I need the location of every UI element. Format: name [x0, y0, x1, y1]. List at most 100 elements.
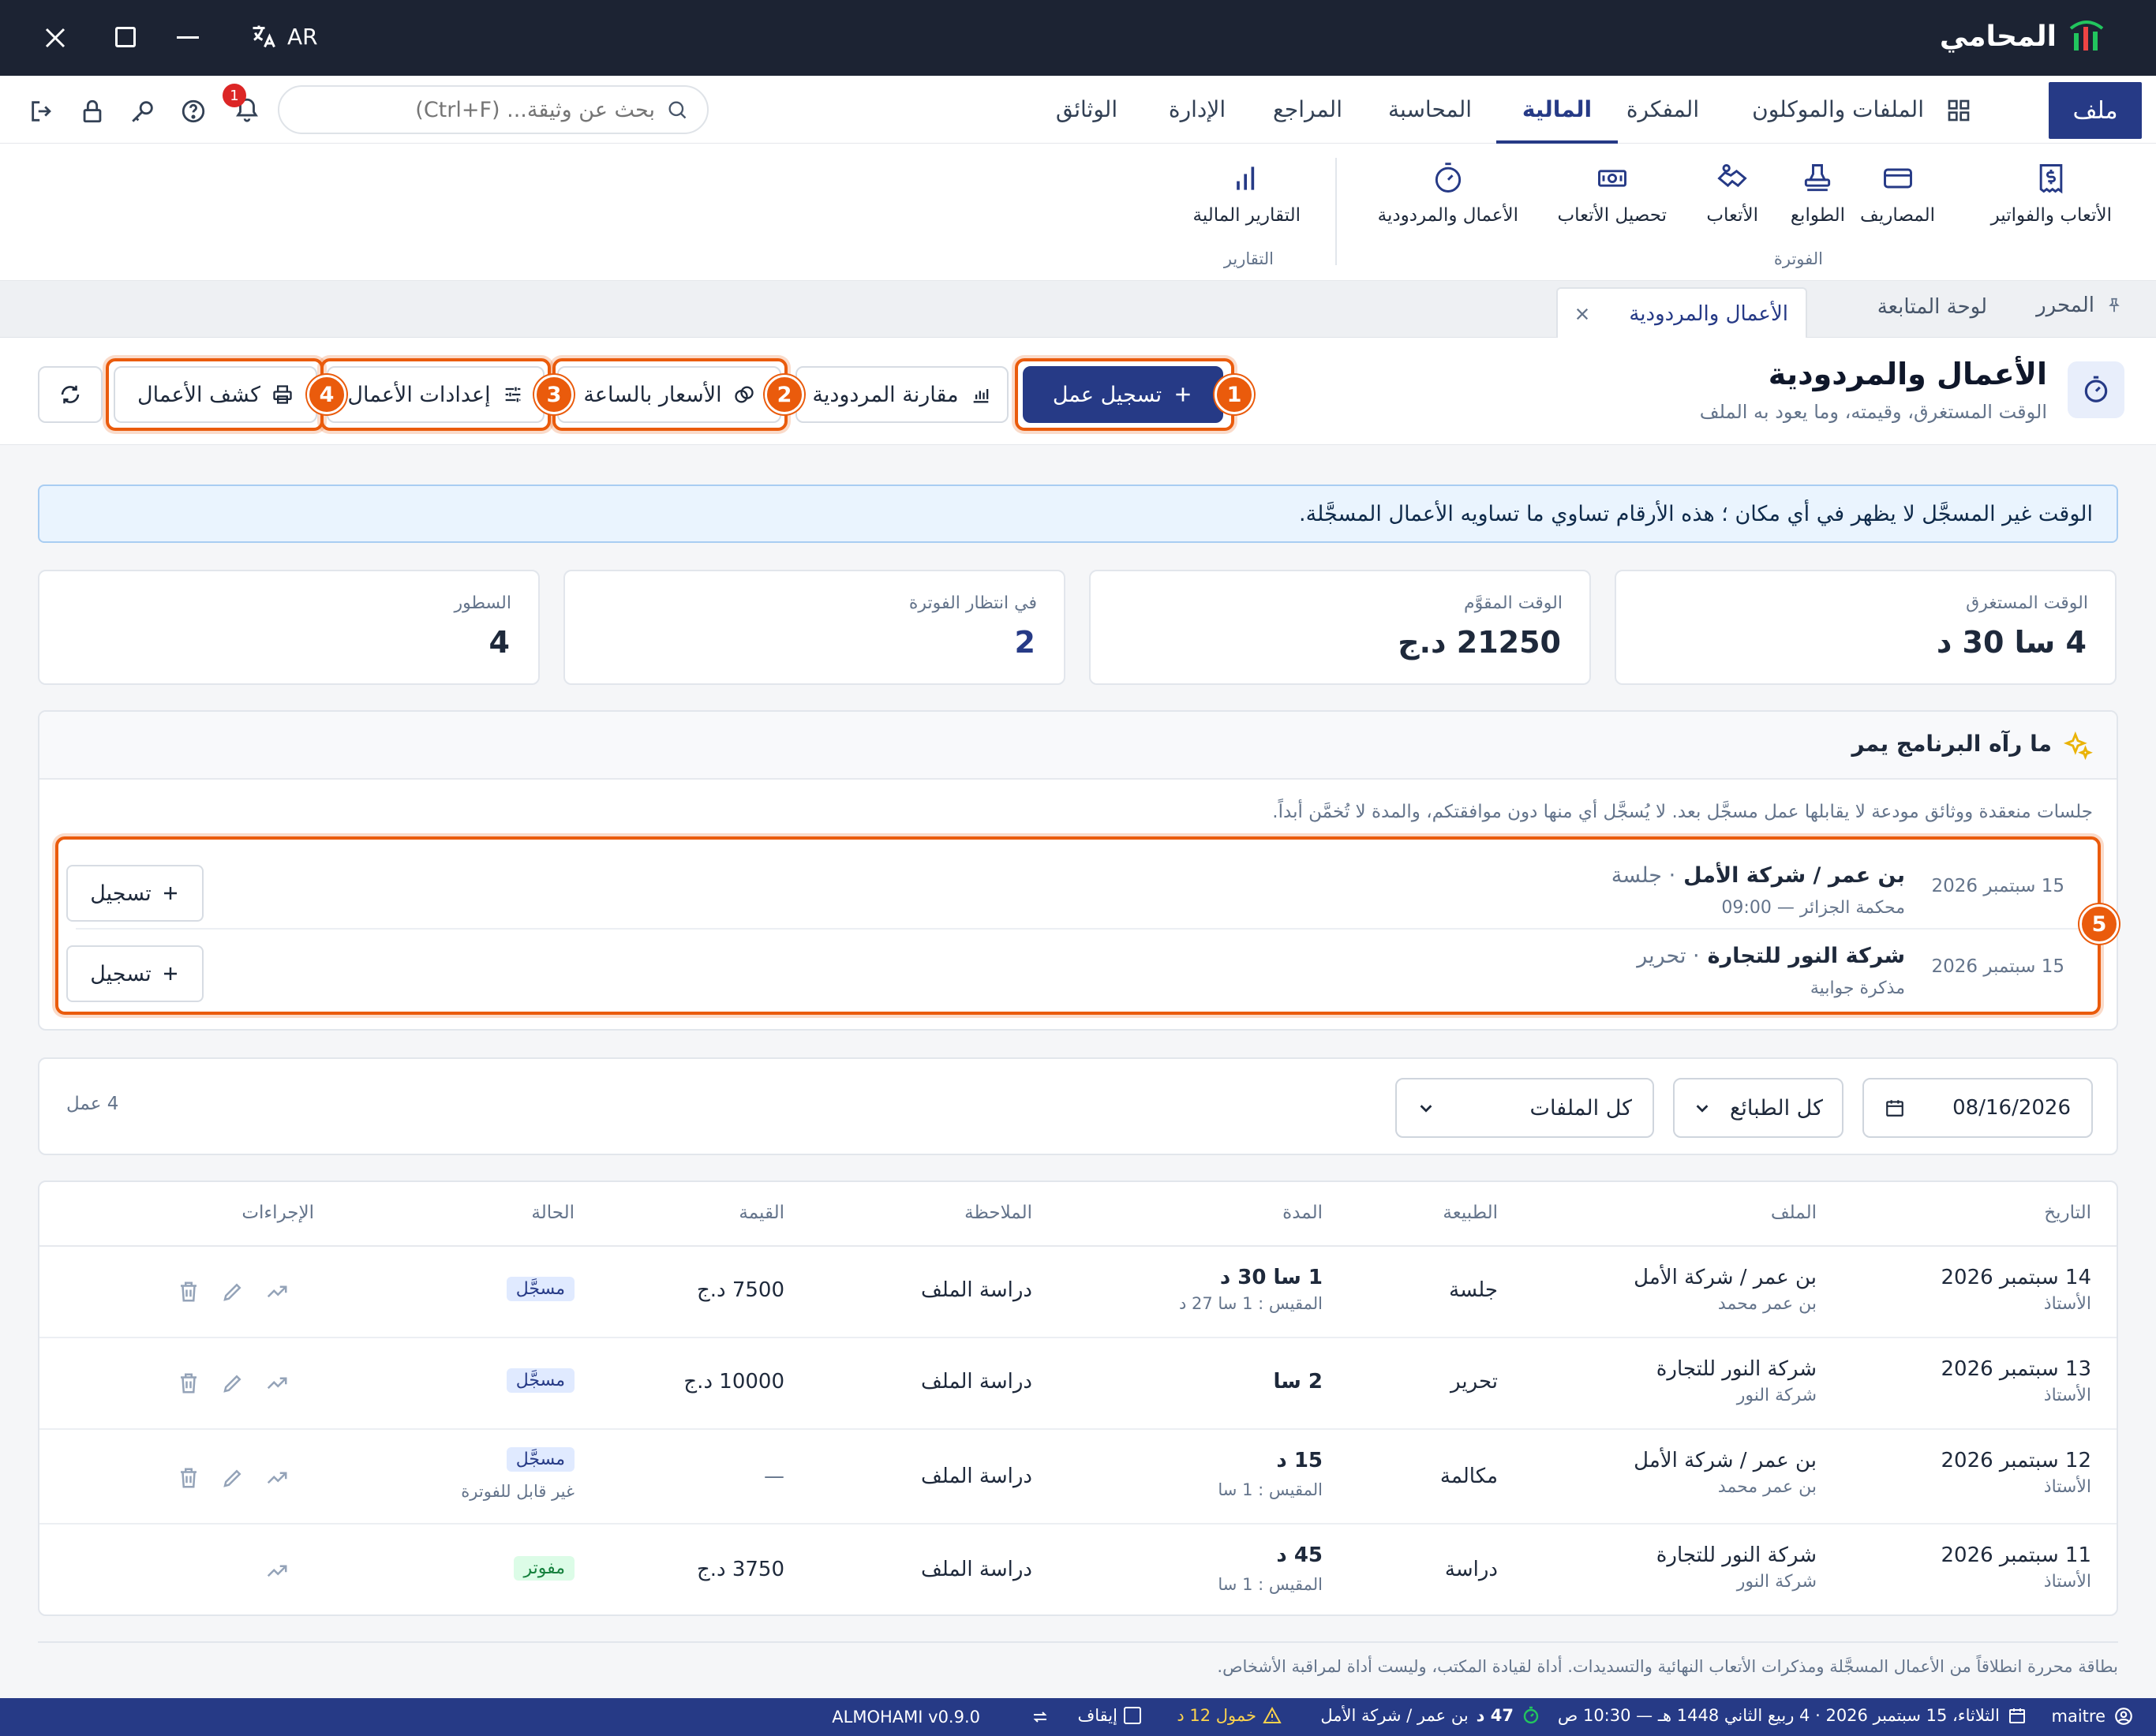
- close-tab-icon[interactable]: [1575, 307, 1589, 321]
- menu-item-finance[interactable]: المالية: [1496, 76, 1618, 144]
- row-duration: 1 سا 30 د: [1219, 1266, 1323, 1289]
- tab-works-profitability[interactable]: الأعمال والمردودية: [1556, 287, 1807, 339]
- help-icon[interactable]: [180, 98, 207, 125]
- row-author: الأستاذ: [2043, 1294, 2091, 1314]
- stat-card-lines: السطور 4: [38, 570, 540, 685]
- annotation-marker: 4: [307, 375, 346, 414]
- menu-item-files[interactable]: الملفات والموكلون: [1735, 76, 1949, 144]
- page-title: الأعمال والمردودية: [1768, 357, 2047, 391]
- notifications-button[interactable]: 1: [223, 84, 260, 123]
- files-filter[interactable]: كل الملفات: [1395, 1078, 1654, 1138]
- key-icon[interactable]: [129, 98, 156, 125]
- menu-item-accounting[interactable]: المحاسبة: [1367, 76, 1493, 144]
- sync-icon[interactable]: [1031, 1708, 1050, 1727]
- lock-icon[interactable]: [79, 98, 106, 125]
- stopwatch-icon: [2084, 376, 2108, 402]
- row-author: الأستاذ: [2043, 1386, 2091, 1405]
- status-date: الثلاثاء، 15 سبتمبر 2026 · 4 ربيع الثاني…: [1558, 1706, 2027, 1725]
- sparkles-icon: [2063, 731, 2093, 761]
- ribbon-expenses[interactable]: المصاريف: [1860, 161, 1935, 226]
- column-header: الطبيعة: [1443, 1203, 1498, 1223]
- apps-grid-icon[interactable]: [1946, 98, 1971, 123]
- logout-icon[interactable]: [28, 98, 55, 125]
- status-badge: مفوتر: [514, 1556, 575, 1581]
- idle-text: خمول 12 د: [1177, 1706, 1256, 1725]
- compare-profitability-button[interactable]: مقارنة المردودية: [795, 366, 1009, 423]
- chevron-down-icon: [1696, 1105, 1709, 1113]
- table-row[interactable]: 13 سبتمبر 2026 الأستاذ شركة النور للتجار…: [39, 1338, 2117, 1430]
- status-badge: مسجَّل: [506, 1368, 575, 1393]
- ribbon-fees-invoices[interactable]: الأتعاب والفواتير: [1991, 161, 2112, 226]
- maximize-button[interactable]: [115, 27, 136, 47]
- pin-icon: [2109, 297, 2120, 312]
- row-measured: المقيس : 1 سا: [1218, 1575, 1323, 1594]
- document-search[interactable]: [278, 85, 709, 134]
- annotation-marker: 2: [765, 375, 804, 414]
- ribbon-financial-reports[interactable]: التقارير المالية: [1193, 161, 1301, 226]
- date-filter[interactable]: 08/16/2026: [1862, 1078, 2093, 1138]
- menu-item-documents[interactable]: الوثائق: [1035, 76, 1138, 144]
- row-date: 11 سبتمبر 2026: [1941, 1543, 2092, 1567]
- annotation-marker: 3: [534, 375, 574, 414]
- row-value: 7500 د.ج: [696, 1278, 784, 1302]
- ribbon-group-label: التقارير: [1223, 249, 1274, 268]
- close-window-button[interactable]: [44, 27, 66, 49]
- tab-dashboard[interactable]: لوحة المتابعة: [1877, 295, 1987, 319]
- row-date: 12 سبتمبر 2026: [1941, 1449, 2092, 1472]
- status-badge: مسجَّل: [506, 1447, 575, 1472]
- ribbon-stamps[interactable]: الطوابع: [1791, 161, 1845, 226]
- search-input[interactable]: [308, 97, 655, 122]
- menu-item-calendar[interactable]: المفكرة: [1604, 76, 1722, 144]
- nature-filter[interactable]: كل الطبائع: [1673, 1078, 1843, 1138]
- menu-item-references[interactable]: المراجع: [1248, 76, 1367, 144]
- refresh-button[interactable]: [38, 366, 103, 423]
- trash-icon[interactable]: [177, 1466, 200, 1490]
- file-menu-button[interactable]: ملف: [2049, 82, 2142, 139]
- tab-editor[interactable]: المحرر: [2036, 294, 2123, 317]
- row-nature: تحرير: [1450, 1370, 1498, 1394]
- language-label: AR: [287, 23, 318, 50]
- status-user[interactable]: maitre: [2052, 1706, 2135, 1727]
- ribbon-fees[interactable]: الأتعاب: [1706, 161, 1758, 226]
- suggestions-title: ما رآه البرنامج يمر: [1851, 731, 2052, 757]
- ribbon-label: الأتعاب: [1706, 205, 1758, 226]
- trend-icon[interactable]: [265, 1371, 289, 1395]
- trend-icon[interactable]: [265, 1280, 289, 1304]
- stopwatch-icon: [1435, 163, 1461, 193]
- trend-icon[interactable]: [265, 1559, 289, 1583]
- edit-icon[interactable]: [221, 1466, 245, 1490]
- trend-icon[interactable]: [265, 1466, 289, 1490]
- row-date: 13 سبتمبر 2026: [1941, 1357, 2092, 1381]
- credit-card-icon: [1883, 168, 1912, 189]
- file-menu-label: ملف: [2072, 96, 2118, 125]
- minimize-button[interactable]: [177, 36, 199, 39]
- table-row[interactable]: 12 سبتمبر 2026 الأستاذ بن عمر / شركة الأ…: [39, 1430, 2117, 1525]
- menu-item-admin[interactable]: الإدارة: [1146, 76, 1248, 144]
- ribbon-works-profitability[interactable]: الأعمال والمردودية: [1378, 161, 1518, 226]
- status-timer[interactable]: 47 د بن عمر / شركة الأمل: [1320, 1706, 1540, 1725]
- row-note: دراسة الملف: [920, 1278, 1032, 1302]
- row-measured: المقيس : 1 سا 27 د: [1178, 1294, 1323, 1313]
- highlight-box: [320, 358, 551, 431]
- stat-card-time-spent: الوقت المستغرق 4 سا 30 د: [1615, 570, 2117, 685]
- trash-icon[interactable]: [177, 1280, 200, 1304]
- row-date: 14 سبتمبر 2026: [1941, 1266, 2092, 1289]
- edit-icon[interactable]: [221, 1280, 245, 1304]
- table-row[interactable]: 14 سبتمبر 2026 الأستاذ بن عمر / شركة الأ…: [39, 1247, 2117, 1338]
- ribbon-fee-collection[interactable]: تحصيل الأتعاب: [1557, 161, 1667, 226]
- edit-icon[interactable]: [221, 1371, 245, 1395]
- stop-icon: [1124, 1707, 1141, 1724]
- ribbon-label: تحصيل الأتعاب: [1557, 205, 1667, 226]
- button-label: مقارنة المردودية: [812, 382, 959, 407]
- stat-label: الوقت المستغرق: [1966, 593, 2088, 613]
- tab-label: المحرر: [2036, 294, 2094, 317]
- bar-chart-icon: [1236, 166, 1254, 190]
- row-duration: 15 د: [1276, 1449, 1323, 1472]
- language-switch[interactable]: AR: [249, 22, 318, 51]
- stop-timer-button[interactable]: إيقاف: [1078, 1706, 1141, 1725]
- table-row[interactable]: 11 سبتمبر 2026 الأستاذ شركة النور للتجار…: [39, 1525, 2117, 1614]
- row-nature: مكالمة: [1439, 1465, 1498, 1488]
- stat-value: 2: [1014, 625, 1035, 660]
- trash-icon[interactable]: [177, 1371, 200, 1395]
- chevron-down-icon: [1420, 1105, 1432, 1113]
